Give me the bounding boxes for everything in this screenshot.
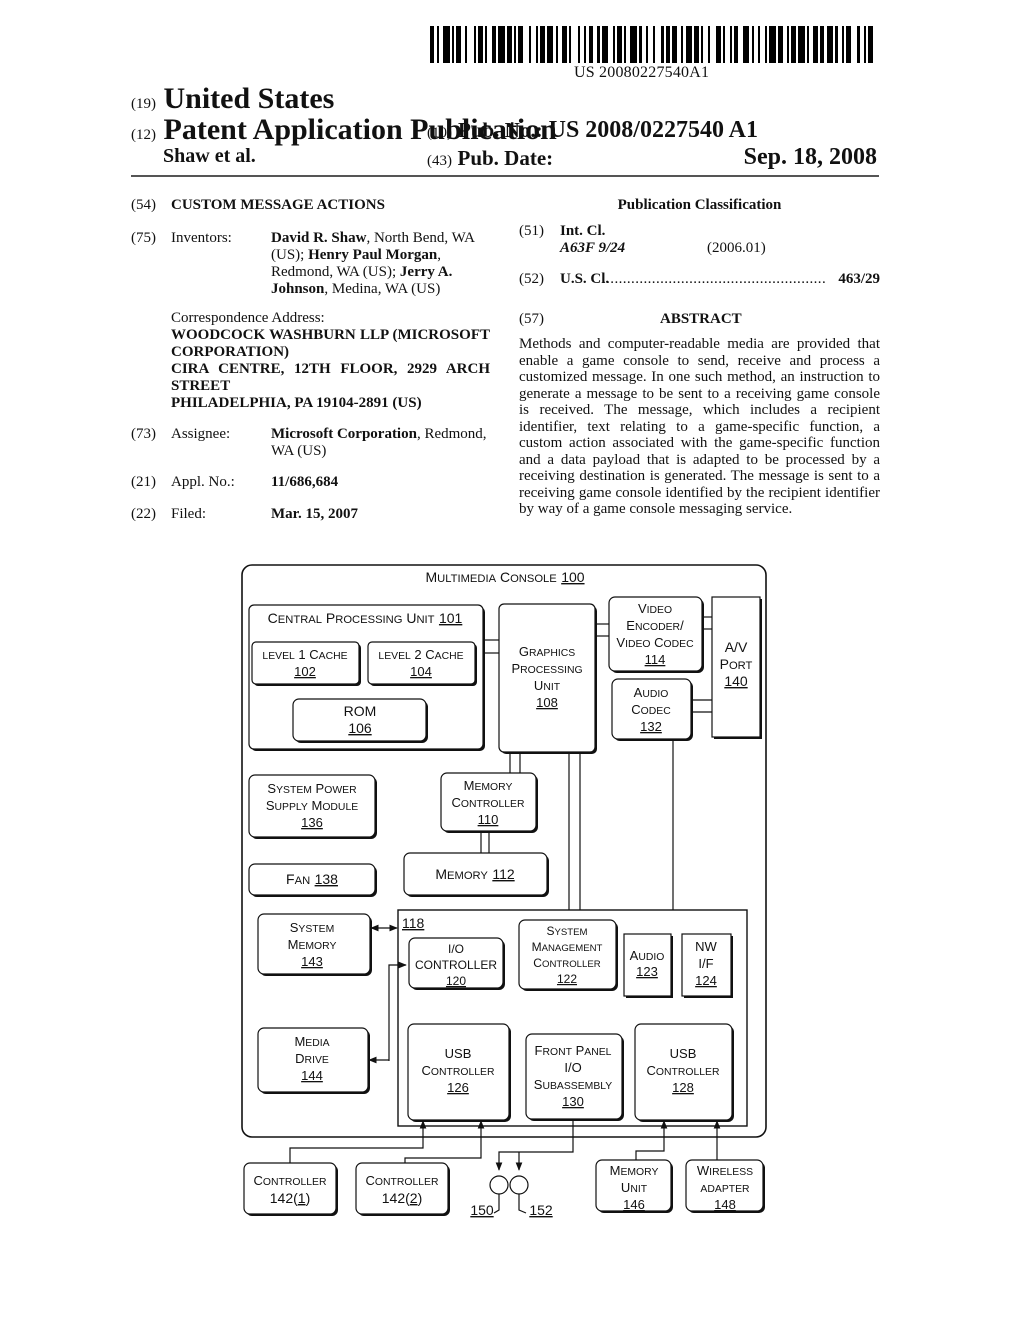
psu-ref: 136 bbox=[301, 815, 323, 830]
smc-label: SYSTEM bbox=[546, 924, 587, 938]
fan-ref: 138 bbox=[315, 871, 339, 887]
gpu-box bbox=[498, 603, 596, 753]
controller-1-box bbox=[243, 1162, 337, 1215]
console-title-ref: 100 bbox=[561, 569, 585, 585]
front-panel-label: I/O bbox=[564, 1060, 581, 1075]
console-title-label: MULTIMEDIA CONSOLE 100 bbox=[425, 569, 584, 586]
front-panel-ref: 130 bbox=[562, 1094, 584, 1109]
l2-cache-ref: 104 bbox=[410, 664, 432, 679]
system-memory-ref: 143 bbox=[301, 954, 323, 969]
led-152-ref: 152 bbox=[529, 1202, 553, 1218]
rom-ref: 106 bbox=[348, 720, 372, 736]
io-controller-label: CONTROLLER bbox=[415, 958, 497, 972]
usb-128-label: USB bbox=[670, 1046, 697, 1061]
usb-126-ref: 126 bbox=[447, 1080, 469, 1095]
gpu-ref: 108 bbox=[536, 695, 558, 710]
wireless-adapter-ref: 148 bbox=[714, 1197, 736, 1212]
smc-label: CONTROLLER bbox=[533, 956, 600, 970]
usb-126-label: USB bbox=[445, 1046, 472, 1061]
led-150-ref: 150 bbox=[470, 1202, 494, 1218]
smc-ref: 122 bbox=[557, 972, 577, 986]
usb-128-ref: 128 bbox=[672, 1080, 694, 1095]
controller-2-ref: 142(2) bbox=[382, 1190, 423, 1206]
audio-123-ref: 123 bbox=[636, 964, 658, 979]
wireless-adapter-label: ADAPTER bbox=[700, 1184, 750, 1195]
nw-if-label: I/F bbox=[698, 956, 713, 971]
memory-ref: 112 bbox=[492, 866, 515, 882]
fan-label: FAN 138 bbox=[286, 871, 338, 888]
figure-block-diagram: MULTIMEDIA CONSOLE 100CENTRAL PROCESSING… bbox=[241, 564, 767, 1218]
bus-ref: 118 bbox=[402, 915, 425, 931]
memory-unit-ref: 146 bbox=[623, 1197, 645, 1212]
rom-label: ROM bbox=[344, 703, 377, 719]
nw-if-label: NW bbox=[695, 939, 717, 954]
io-controller-label: I/O bbox=[448, 942, 464, 956]
led-152-icon bbox=[509, 1175, 529, 1195]
memory-controller-ref: 110 bbox=[478, 812, 499, 827]
smc-label: MANAGEMENT bbox=[532, 940, 603, 954]
controller-2-box bbox=[355, 1162, 449, 1215]
led-150-icon bbox=[489, 1175, 509, 1195]
av-port-label: A/V bbox=[725, 639, 748, 655]
nw-if-ref: 124 bbox=[695, 973, 717, 988]
video-encoder-ref: 114 bbox=[645, 652, 666, 667]
av-port-ref: 140 bbox=[724, 673, 748, 689]
cpu-ref: 101 bbox=[439, 610, 463, 626]
media-drive-ref: 144 bbox=[301, 1068, 323, 1083]
controller-1-ref: 142(1) bbox=[270, 1190, 311, 1206]
io-controller-ref: 120 bbox=[446, 974, 466, 988]
audio-codec-ref: 132 bbox=[640, 719, 662, 734]
l1-cache-ref: 102 bbox=[294, 664, 316, 679]
